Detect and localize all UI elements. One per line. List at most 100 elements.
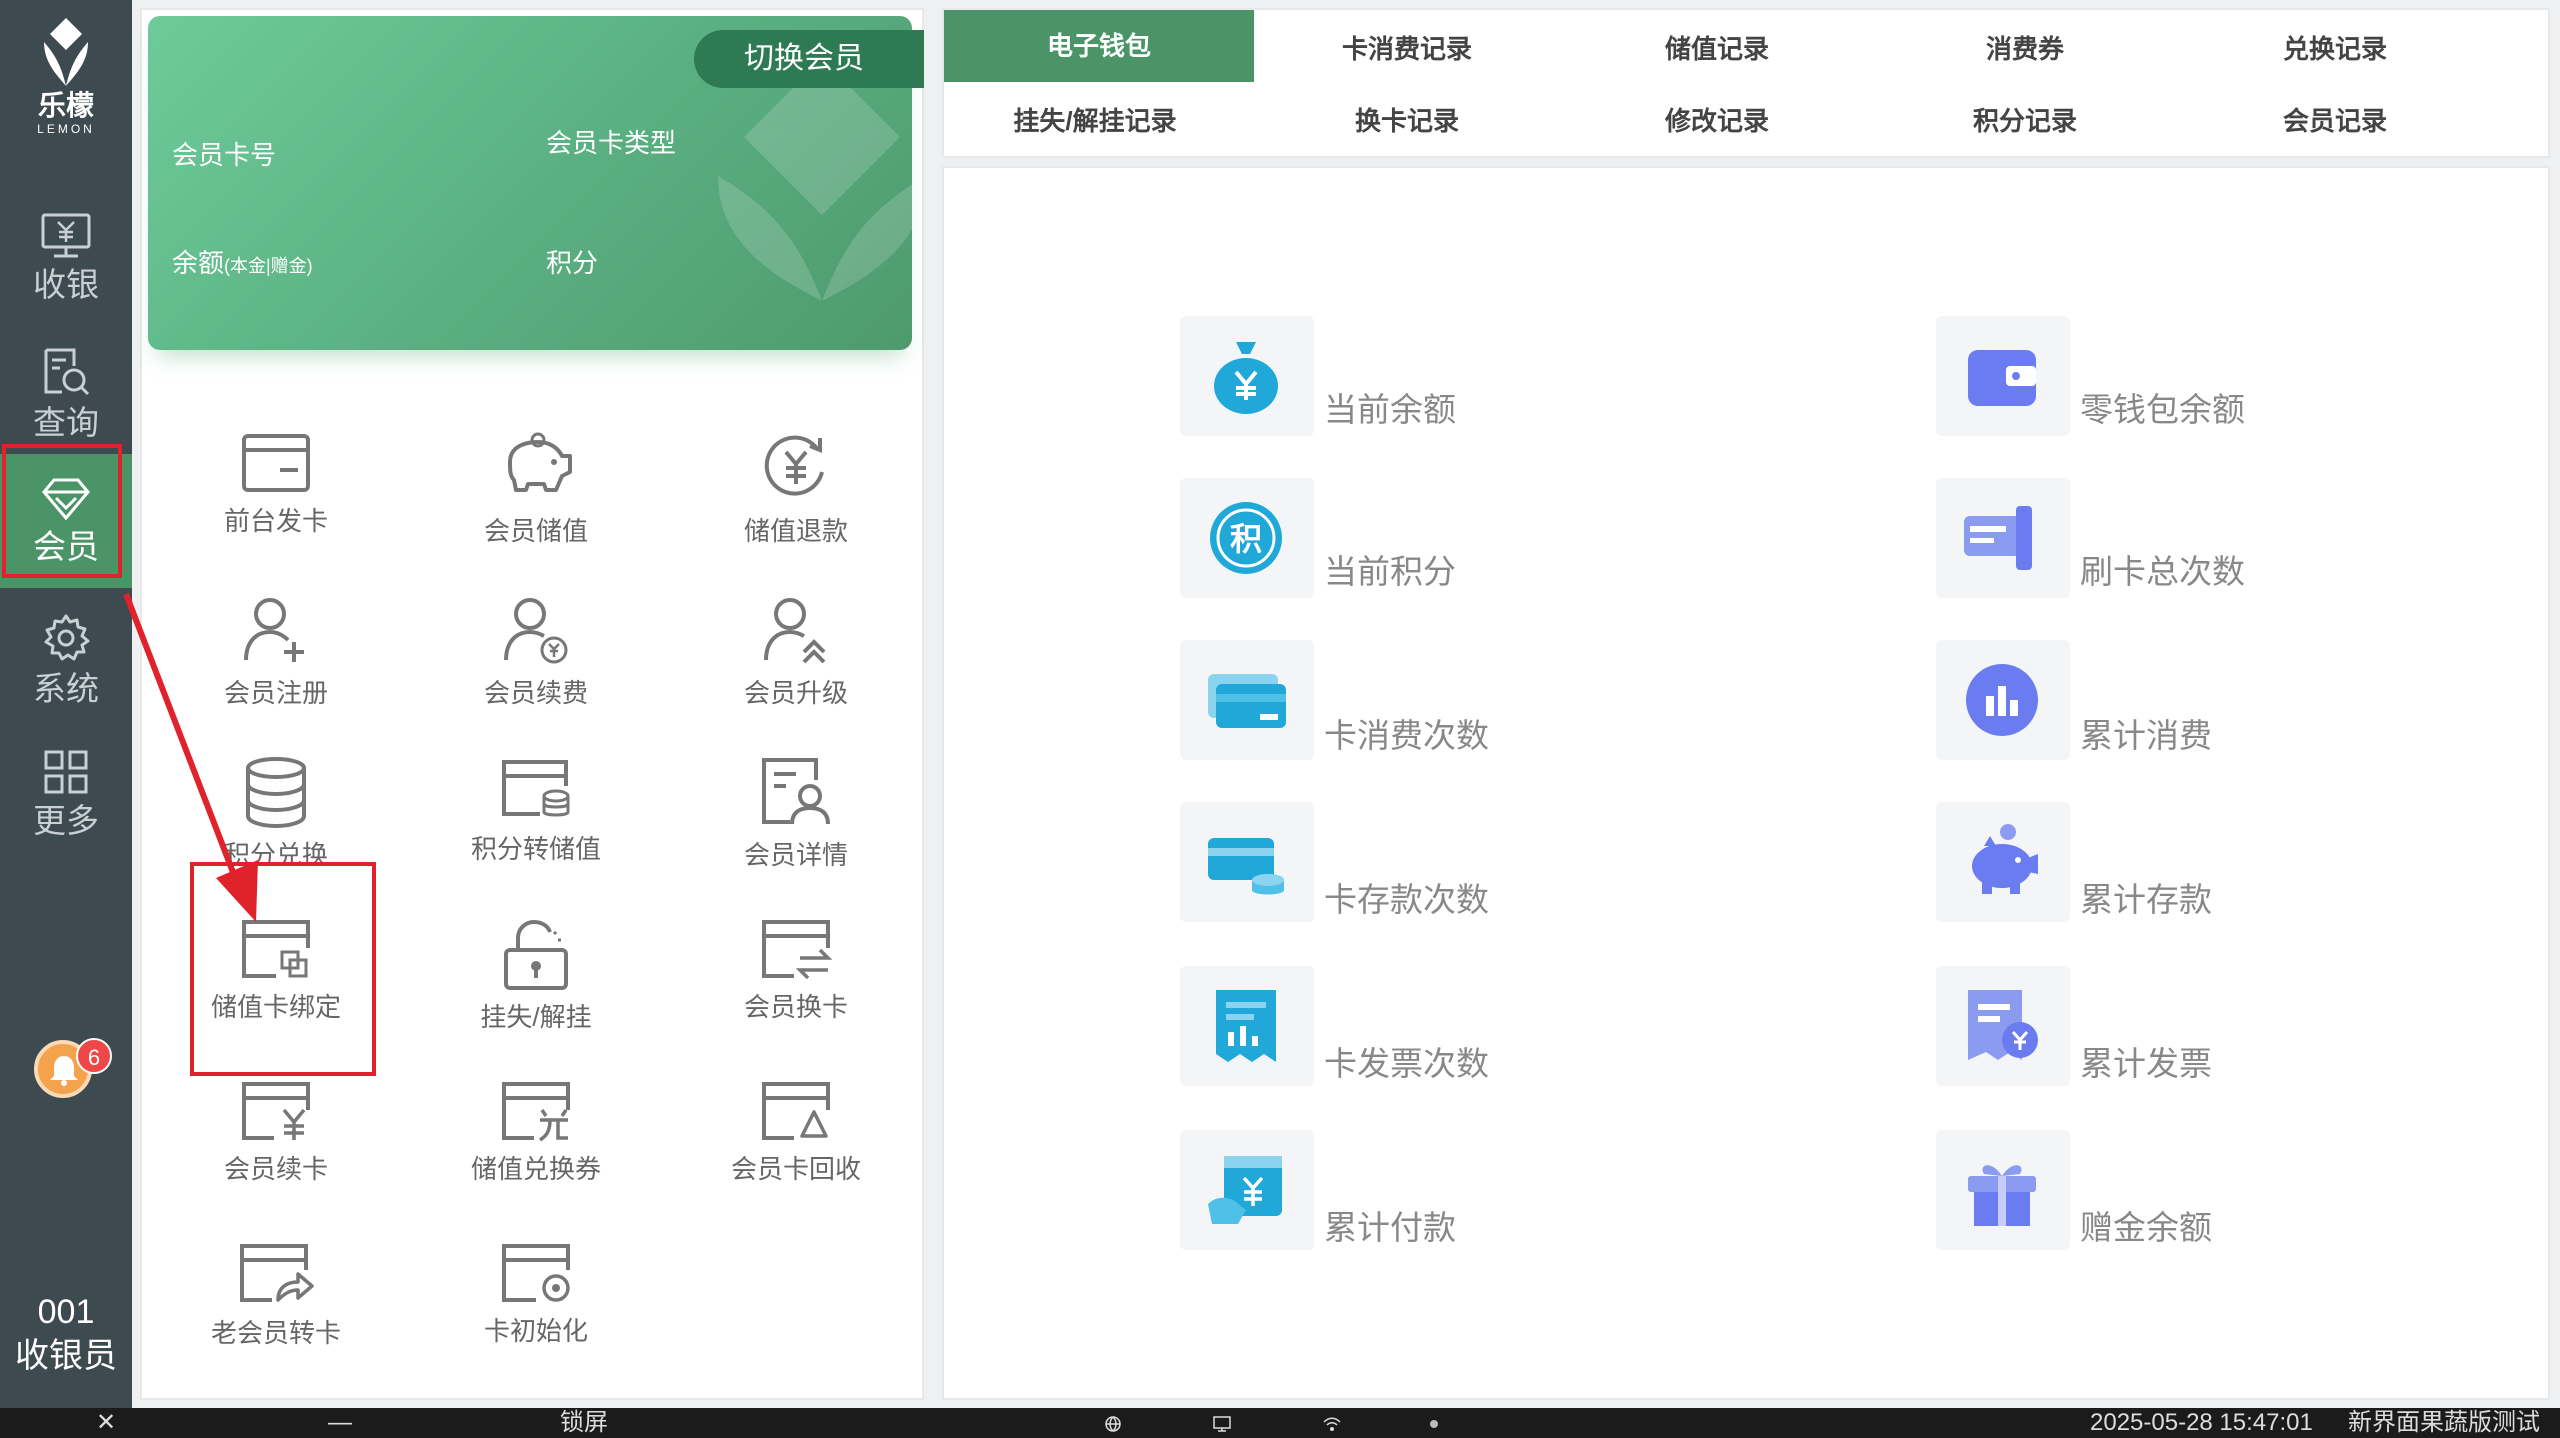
stat-gift-balance-icon-box: [1936, 1130, 2070, 1250]
func-member-upgrade[interactable]: 会员升级: [706, 594, 886, 708]
func-label: 积分转储值: [470, 834, 601, 864]
stat-change-wallet-label: 零钱包余额: [2080, 391, 2245, 428]
stat-total-payment-icon-box: [1180, 1130, 1314, 1250]
app-logo: 乐檬 LEMON: [0, 16, 132, 136]
database-icon: [246, 757, 306, 828]
user-add-icon: [244, 598, 304, 662]
member-detail-icon: [762, 758, 830, 825]
stat-total-invoice-label: 累计发票: [2080, 1045, 2212, 1082]
record-tabs: 电子钱包 卡消费记录 储值记录 消费券 兑换记录 挂失/解挂记录 换卡记录 修改…: [942, 8, 2550, 158]
stat-current-balance-label: 当前余额: [1324, 391, 1456, 428]
func-member-register[interactable]: 会员注册: [186, 594, 366, 708]
nav-more-label: 更多: [33, 802, 99, 839]
func-label: 会员储值: [483, 516, 588, 546]
switch-member-button[interactable]: 切换会员: [694, 30, 924, 88]
func-label: 会员卡回收: [730, 1154, 861, 1184]
func-member-renew[interactable]: 会员续费: [446, 594, 626, 708]
close-icon[interactable]: ✕: [96, 1408, 116, 1438]
gear-icon: [44, 614, 90, 661]
card-swipe-icon: [1964, 506, 2032, 570]
notification-badge: 6: [76, 1038, 112, 1074]
tab-coupon[interactable]: 消费券: [1880, 16, 2170, 82]
stat-total-deposit-icon-box: [1936, 802, 2070, 922]
func-label: 会员注册: [223, 678, 328, 708]
tab-exchange-record[interactable]: 兑换记录: [2190, 16, 2480, 82]
tab-member-record[interactable]: 会员记录: [2190, 88, 2480, 154]
nav-system-label: 系统: [33, 670, 99, 707]
func-label: 前台发卡: [223, 506, 328, 536]
func-card-renew[interactable]: 会员续卡: [186, 1080, 366, 1184]
card-transfer-icon: [240, 1244, 314, 1302]
user-role: 收银员: [15, 1337, 117, 1375]
globe-icon[interactable]: [1104, 1415, 1122, 1433]
func-stored-card-bind[interactable]: 储值卡绑定: [186, 918, 366, 1022]
card-exchange-icon: [762, 920, 832, 980]
card-recycle-icon: [762, 1082, 830, 1140]
piggy-bank-icon: [508, 432, 572, 492]
nav-member[interactable]: 会员: [0, 454, 132, 588]
tab-e-wallet[interactable]: 电子钱包: [944, 10, 1254, 82]
func-deposit-refund[interactable]: 储值退款: [706, 432, 886, 546]
piggy-bank-color-icon: [1972, 824, 2038, 894]
cashier-icon: [41, 213, 91, 258]
nav-system[interactable]: 系统: [0, 590, 132, 724]
func-issue-card[interactable]: 前台发卡: [186, 432, 366, 536]
stat-change-wallet-icon-box: [1936, 316, 2070, 436]
minimize-icon[interactable]: —: [328, 1408, 352, 1438]
func-member-deposit[interactable]: 会员储值: [446, 432, 626, 546]
cards-icon: [1208, 674, 1286, 728]
diamond-icon: [42, 478, 90, 521]
func-member-detail[interactable]: 会员详情: [706, 756, 886, 870]
bell-icon: [50, 1056, 78, 1086]
wifi-icon[interactable]: [1322, 1415, 1342, 1433]
monitor-icon[interactable]: [1212, 1415, 1232, 1433]
balance-label: 余额(本金|赠金): [172, 248, 313, 278]
nav-cashier-label: 收银: [33, 266, 99, 303]
tab-card-consume-record[interactable]: 卡消费记录: [1262, 16, 1552, 82]
func-card-recycle[interactable]: 会员卡回收: [706, 1080, 886, 1184]
card-coins-icon: [502, 760, 570, 817]
tab-points-record[interactable]: 积分记录: [1880, 88, 2170, 154]
nav-cashier[interactable]: 收银: [0, 190, 132, 324]
unlock-icon: [504, 919, 568, 990]
stat-current-points-icon-box: 积: [1180, 478, 1314, 598]
tab-deposit-record[interactable]: 储值记录: [1572, 16, 1862, 82]
user-upgrade-icon: [764, 598, 826, 664]
func-points-redeem[interactable]: 积分兑换: [186, 756, 366, 870]
status-dot-icon: [1430, 1420, 1438, 1428]
invoice-icon: [1216, 990, 1276, 1062]
card-icon: [242, 434, 310, 492]
lock-screen-button[interactable]: 锁屏: [560, 1408, 608, 1438]
logo-subtext: LEMON: [37, 122, 95, 136]
nav-more[interactable]: 更多: [0, 726, 132, 860]
nav-query[interactable]: 查询: [0, 324, 132, 458]
func-label: 会员续卡: [223, 1154, 328, 1184]
card-coin-icon: [1208, 838, 1284, 895]
stat-total-payment-label: 累计付款: [1324, 1209, 1456, 1246]
func-points-to-deposit[interactable]: 积分转储值: [446, 756, 626, 864]
func-label: 卡初始化: [483, 1316, 588, 1346]
stat-current-balance-icon-box: [1180, 316, 1314, 436]
sidebar: 乐檬 LEMON 收银 查询 会员 系统 更多 6 001 收银员: [0, 0, 132, 1408]
nav-query-label: 查询: [33, 404, 99, 441]
logo-text: 乐檬: [37, 90, 94, 121]
stat-invoice-count-label: 卡发票次数: [1324, 1045, 1489, 1082]
func-card-exchange[interactable]: 会员换卡: [706, 918, 886, 1022]
stat-total-consume-icon-box: [1936, 640, 2070, 760]
card-type-label: 会员卡类型: [546, 128, 677, 158]
card-bind-icon: [242, 920, 310, 978]
gift-icon: [1968, 1165, 2036, 1226]
func-label: 储值兑换券: [470, 1154, 601, 1184]
stat-deposit-count-icon-box: [1180, 802, 1314, 922]
func-report-loss[interactable]: 挂失/解挂: [446, 918, 626, 1032]
tab-loss-record[interactable]: 挂失/解挂记录: [950, 88, 1240, 154]
func-old-member-transfer[interactable]: 老会员转卡: [186, 1242, 366, 1348]
func-label: 储值卡绑定: [210, 992, 341, 1022]
tab-modify-record[interactable]: 修改记录: [1572, 88, 1862, 154]
func-label: 会员升级: [743, 678, 848, 708]
func-card-init[interactable]: 卡初始化: [446, 1242, 626, 1346]
datetime: 2025-05-28 15:47:01: [2090, 1409, 2313, 1436]
func-deposit-coupon[interactable]: 储值兑换券: [446, 1080, 626, 1184]
tab-card-change-record[interactable]: 换卡记录: [1262, 88, 1552, 154]
stat-gift-balance-label: 赠金余额: [2080, 1209, 2212, 1246]
